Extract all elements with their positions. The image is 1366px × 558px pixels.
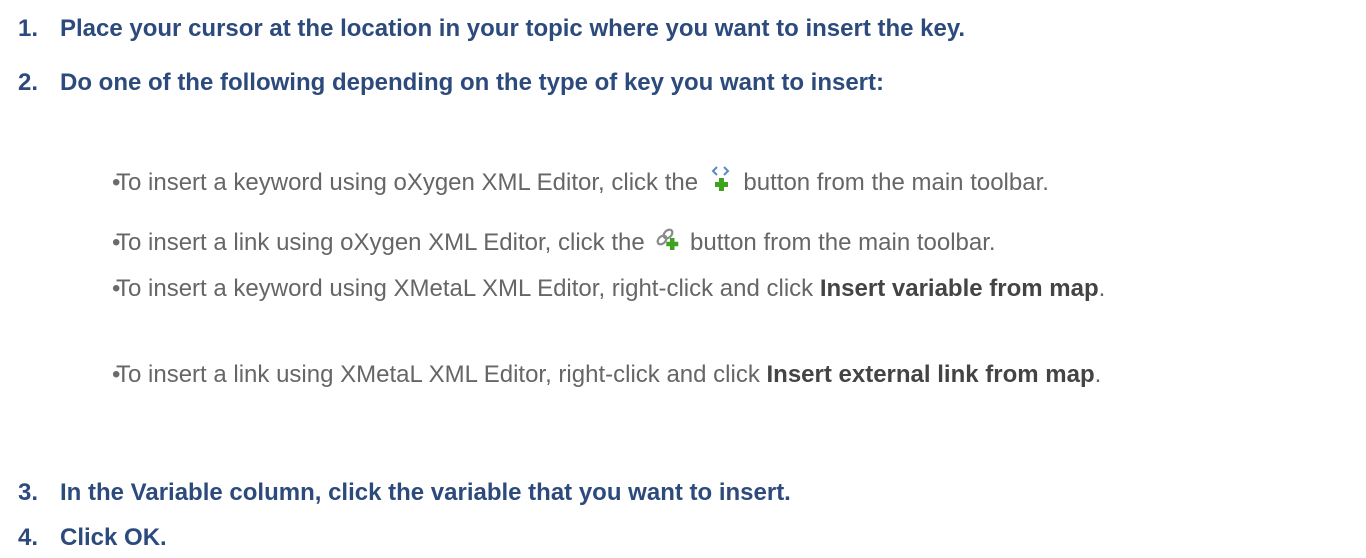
insert-link-icon: [653, 224, 681, 252]
step-text: Click OK.: [60, 524, 167, 551]
step-3: 3. In the Variable column, click the vari…: [18, 478, 791, 508]
list-item-text-post: button from the main toolbar.: [690, 229, 996, 256]
step-number: 2.: [18, 69, 39, 96]
step-4: 4. Click OK.: [18, 523, 167, 553]
step-text: Place your cursor at the location in you…: [60, 15, 966, 42]
step-2: 2. Do one of the following depending on t…: [18, 68, 884, 98]
list-item-text-post: .: [1094, 361, 1102, 388]
list-item-text: To insert a link using XMetaL XML Editor…: [116, 355, 1346, 395]
step-text: In the Variable column, click the variab…: [60, 479, 791, 506]
list-item-text: To insert a keyword using XMetaL XML Edi…: [116, 269, 1346, 309]
step-number: 4.: [18, 524, 39, 551]
list-item-text-post: .: [1098, 275, 1106, 302]
step-1: 1. Place your cursor at the location in y…: [18, 14, 965, 44]
step-number: 1.: [18, 15, 39, 42]
list-item-text-pre: To insert a link using oXygen XML Editor…: [116, 229, 645, 256]
list-item-text-post: button from the main toolbar.: [743, 169, 1049, 196]
list-item-text: To insert a keyword using oXygen XML Edi…: [116, 163, 1346, 203]
step-text: Do one of the following depending on the…: [60, 69, 884, 96]
insert-keyword-icon: [707, 164, 735, 192]
list-item-text-pre: To insert a keyword using oXygen XML Edi…: [116, 169, 699, 196]
menu-command-name: Insert variable from map: [819, 275, 1099, 302]
menu-command-name: Insert external link from map: [766, 361, 1095, 388]
list-item-text-pre: To insert a link using XMetaL XML Editor…: [116, 361, 760, 388]
step-number: 3.: [18, 479, 39, 506]
list-item-text: To insert a link using oXygen XML Editor…: [116, 223, 1346, 263]
list-item-text-pre: To insert a keyword using XMetaL XML Edi…: [116, 275, 814, 302]
